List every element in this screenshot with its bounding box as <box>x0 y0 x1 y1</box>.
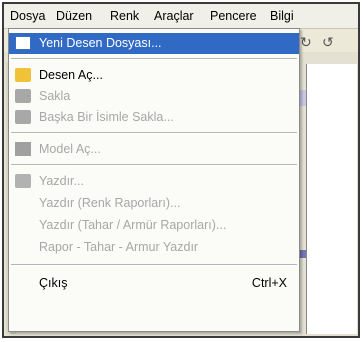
menu-separator <box>11 164 297 166</box>
menu-renk[interactable]: Renk <box>110 9 139 23</box>
menu-item-open-design[interactable]: Desen Aç... <box>9 65 299 86</box>
menu-item-open-model[interactable]: Model Aç... <box>9 139 299 160</box>
menu-separator <box>11 132 297 134</box>
menu-item-label: Yeni Desen Dosyası... <box>39 36 162 50</box>
menu-item-label: Rapor - Tahar - Armur Yazdır <box>39 240 199 254</box>
menu-item-print[interactable]: Yazdır... <box>9 171 299 192</box>
model-icon <box>15 142 31 156</box>
save-icon <box>15 89 31 103</box>
design-canvas[interactable] <box>306 64 357 334</box>
menu-pencere[interactable]: Pencere <box>210 9 257 23</box>
menu-dosya[interactable]: Dosya <box>10 9 45 23</box>
new-document-icon <box>15 36 31 50</box>
menu-duzen[interactable]: Düzen <box>56 9 92 23</box>
menu-item-label: Yazdır (Tahar / Armür Raporları)... <box>39 218 227 232</box>
menu-item-print-tahar-reports[interactable]: Yazdır (Tahar / Armür Raporları)... <box>9 215 299 236</box>
menu-item-shortcut: Ctrl+X <box>251 276 287 290</box>
menu-item-label: Başka Bir İsimle Sakla... <box>39 110 174 124</box>
menu-item-label: Yazdır (Renk Raporları)... <box>39 196 181 210</box>
open-folder-icon <box>15 68 31 82</box>
menu-araclar[interactable]: Araçlar <box>154 9 194 23</box>
menu-item-print-report[interactable]: Rapor - Tahar - Armur Yazdır <box>9 237 299 258</box>
menu-item-label: Sakla <box>39 89 71 103</box>
menu-item-save[interactable]: Sakla <box>9 86 299 107</box>
menu-bilgi[interactable]: Bilgi <box>270 9 294 23</box>
printer-icon <box>15 174 31 188</box>
menu-item-label: Çıkış <box>39 276 68 290</box>
menu-item-new-design[interactable]: Yeni Desen Dosyası... <box>9 33 299 54</box>
menu-item-print-color-reports[interactable]: Yazdır (Renk Raporları)... <box>9 193 299 214</box>
menu-bar: Dosya Düzen Renk Araçlar Pencere Bilgi <box>4 4 358 29</box>
menu-item-label: Model Aç... <box>39 142 101 156</box>
menu-item-save-as[interactable]: Başka Bir İsimle Sakla... <box>9 107 299 128</box>
menu-item-label: Yazdır... <box>39 174 84 188</box>
menu-item-label: Desen Aç... <box>39 68 103 82</box>
menu-separator <box>11 264 297 266</box>
redo-icon[interactable]: ↺ <box>322 34 334 51</box>
menu-separator <box>11 58 297 60</box>
application-window: Dosya Düzen Renk Araçlar Pencere Bilgi ↻… <box>2 2 360 338</box>
save-as-icon <box>15 110 31 124</box>
menu-item-exit[interactable]: Çıkış Ctrl+X <box>9 273 299 294</box>
undo-icon[interactable]: ↻ <box>300 34 312 51</box>
file-menu-dropdown: Yeni Desen Dosyası... Desen Aç... Sakla … <box>8 28 300 332</box>
